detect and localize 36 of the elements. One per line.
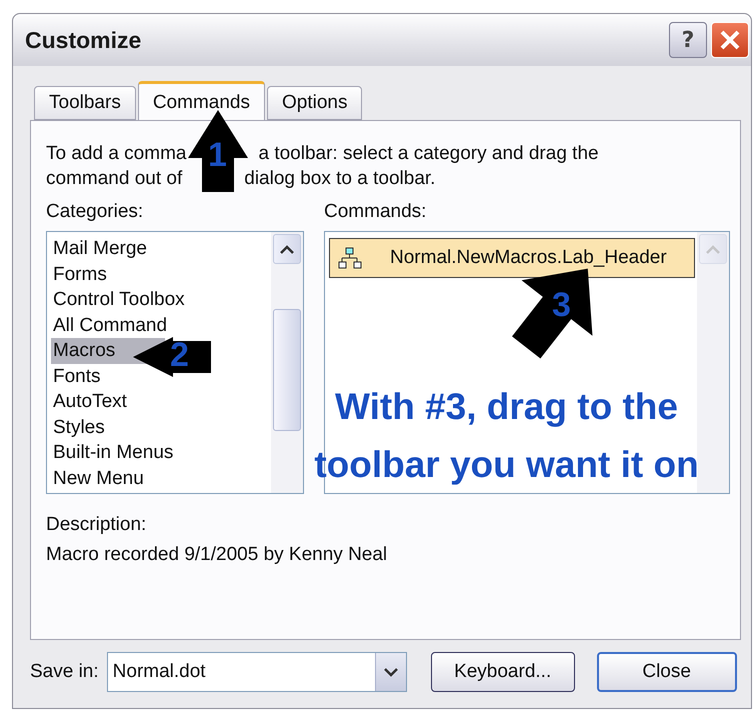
tab[interactable]: Toolbars <box>34 86 136 120</box>
description-text: Macro recorded 9/1/2005 by Kenny Neal <box>46 544 388 566</box>
window-title: Customize <box>25 26 142 54</box>
save-in-dropdown[interactable]: Normal.dot <box>106 652 407 692</box>
callout-number-overlay: 2 <box>170 338 189 372</box>
category-item[interactable]: All Command <box>51 312 168 338</box>
category-item[interactable]: Control Toolbox <box>51 287 185 312</box>
category-item[interactable]: Mail Merge <box>51 236 165 262</box>
callout-number-overlay: 3 <box>552 288 571 322</box>
scrollbar[interactable] <box>271 232 303 493</box>
categories-label: Categories: <box>46 201 144 223</box>
category-item[interactable]: Built-in Menus <box>51 440 174 466</box>
category-item[interactable]: AutoText <box>51 389 165 414</box>
close-button[interactable] <box>711 22 749 58</box>
help-button[interactable]: ? <box>669 22 707 58</box>
category-item[interactable]: Forms <box>51 262 165 287</box>
up-caret-icon <box>706 244 720 254</box>
macro-tree-icon <box>338 247 362 269</box>
up-caret-icon <box>280 244 294 254</box>
category-item[interactable]: New Menu <box>51 466 165 491</box>
instruction-text: a toolbar: select a category and drag the <box>258 142 599 164</box>
callout-number-overlay: 1 <box>208 138 227 172</box>
tab[interactable]: Commands <box>138 81 265 121</box>
instruction-text: dialog box to a toolbar. <box>244 168 436 190</box>
description-label: Description: <box>46 514 148 536</box>
close-icon <box>719 29 741 51</box>
category-item[interactable]: Styles <box>51 414 165 440</box>
dialog-button[interactable]: Close <box>596 652 737 692</box>
dropdown-caret-icon <box>384 668 398 676</box>
command-item[interactable]: Normal.NewMacros.Lab_Header <box>329 238 695 278</box>
dialog-button[interactable]: Keyboard... <box>430 652 575 692</box>
instruction-text: command out of <box>46 168 182 190</box>
commands-label: Commands: <box>324 201 428 223</box>
save-in-label: Save in: <box>30 661 99 683</box>
instruction-text: To add a comma <box>46 142 186 164</box>
tab[interactable]: Options <box>266 86 362 120</box>
